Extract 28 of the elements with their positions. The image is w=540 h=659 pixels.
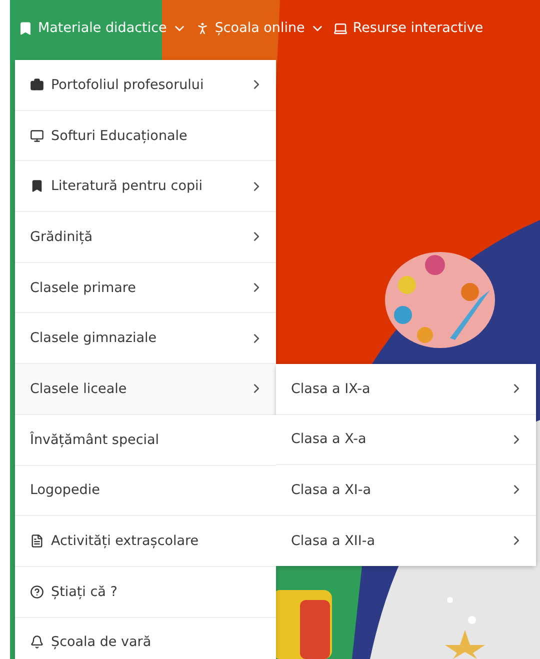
nav-link[interactable]: Resurse interactive <box>332 20 484 36</box>
laptop-icon <box>332 20 348 36</box>
menu-item[interactable]: Școala de vară <box>15 618 276 659</box>
document-icon <box>30 534 44 548</box>
dot-drawing <box>468 616 476 624</box>
bell-icon <box>30 635 44 650</box>
monitor-icon <box>30 128 44 143</box>
menu-item[interactable]: Logopedie <box>15 466 276 516</box>
nav-link[interactable]: Școala online <box>194 20 325 36</box>
menu-item[interactable]: Clasele primare <box>15 262 276 312</box>
menu-item[interactable]: Învățământ special <box>15 414 276 464</box>
help-icon <box>30 584 44 599</box>
menu-item[interactable]: Portofoliul profesorului <box>15 60 276 110</box>
bookmark-icon <box>30 179 44 194</box>
menu-item[interactable]: Softuri Educaționale <box>15 110 276 160</box>
submenu-item[interactable]: Clasa a XII-a <box>276 516 536 566</box>
submenu-item[interactable]: Clasa a XI-a <box>276 465 536 515</box>
star-drawing <box>445 630 485 659</box>
briefcase-icon <box>30 78 44 92</box>
submenu-item[interactable]: Clasa a IX-a <box>276 364 536 414</box>
menu-item[interactable]: Clasele gimnaziale <box>15 313 276 364</box>
menu-item[interactable]: Clasele liceale <box>15 364 276 414</box>
menu-item[interactable]: Grădiniță <box>15 212 276 262</box>
submenu-item[interactable]: Clasa a X-a <box>276 414 536 464</box>
menu-item[interactable]: Activități extrașcolare <box>15 516 276 566</box>
dot-drawing <box>447 597 453 603</box>
menu-item[interactable]: Literatură pentru copii <box>15 161 276 212</box>
menu-item[interactable]: Știați că ? <box>15 566 276 617</box>
